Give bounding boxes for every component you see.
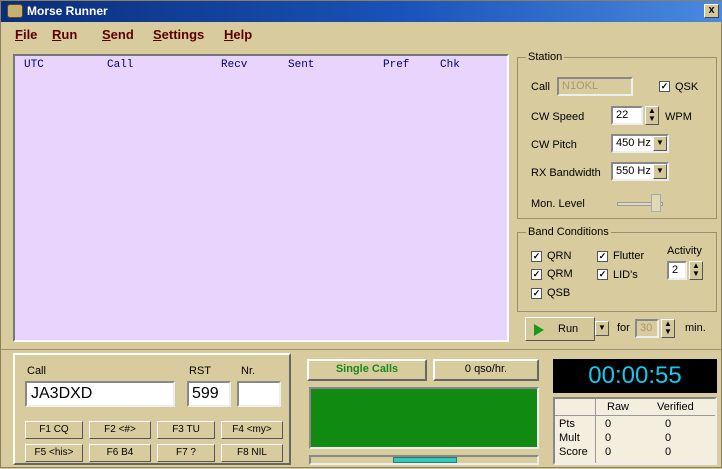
score-raw-value: 0 [605,418,612,430]
score-raw-value: 0 [605,432,612,444]
activity-spinner[interactable]: ▲ ▼ [689,261,703,280]
score-col-raw: Raw [607,401,630,413]
log-col-sent: Sent [288,59,315,71]
title-bar[interactable]: Morse Runner x [1,1,722,22]
rate-status: 0 qso/hr. [433,359,539,381]
score-verified-value: 0 [665,432,672,444]
qsk-label: QSK [675,81,699,93]
window-title: Morse Runner [27,4,108,18]
qrm-checkbox[interactable]: ✓ [531,269,542,280]
activity-label: Activity [667,245,702,257]
f4-my-button[interactable]: F4 <my> [221,421,283,439]
score-raw-value: 0 [605,446,612,458]
qso-log[interactable]: UTC Call Recv Sent Pref Chk [13,54,509,342]
run-button-label: Run [558,323,579,335]
qsb-checkbox[interactable]: ✓ [531,288,542,299]
run-mode-dropdown-icon[interactable]: ▼ [595,321,609,336]
run-minutes-field[interactable]: 30 [635,319,659,338]
main-window: Morse Runner x File Run Send Settings He… [0,0,722,468]
score-verified-value: 0 [665,418,672,430]
nr-label: Nr. [241,365,256,377]
log-col-utc: UTC [24,59,44,71]
score-col-verified: Verified [657,401,694,413]
play-icon [534,324,544,336]
qrn-label: QRN [547,250,572,262]
qrm-label: QRM [547,268,573,280]
wpm-label: WPM [665,111,692,123]
chevron-down-icon[interactable]: ▼ [653,164,667,179]
lids-checkbox[interactable]: ✓ [597,269,608,280]
rst-field[interactable]: 599 [187,381,231,407]
menu-help[interactable]: Help [224,27,252,42]
log-col-pref: Pref [383,59,410,71]
f5-his-button[interactable]: F5 <his> [25,444,83,462]
f2-number-button[interactable]: F2 <#> [89,421,151,439]
entry-call-field[interactable]: JA3DXD [25,381,175,407]
activity-field[interactable]: 2 [667,261,687,280]
menu-send[interactable]: Send [102,27,134,42]
mode-status: Single Calls [307,359,427,381]
f1-cq-button[interactable]: F1 CQ [25,421,83,439]
station-call-field[interactable]: N1OKL [557,77,633,96]
station-group-title: Station [526,51,565,63]
f6-b4-button[interactable]: F6 B4 [89,444,151,462]
qsk-checkbox[interactable]: ✓ [659,81,670,92]
run-minutes-spinner[interactable]: ▲ ▼ [661,319,675,338]
elapsed-clock: 00:00:55 [553,359,717,393]
cw-speed-field[interactable]: 22 [611,106,643,125]
call-label: Call [531,81,550,93]
band-conditions-title: Band Conditions [526,226,611,238]
score-row-label: Mult [559,432,580,444]
mon-level-slider-thumb[interactable] [651,194,661,212]
mon-level-label: Mon. Level [531,198,585,210]
nr-field[interactable] [237,381,281,407]
cw-pitch-label: CW Pitch [531,139,577,151]
menu-bar: File Run Send Settings Help [1,23,722,45]
for-label: for [617,322,630,334]
log-col-recv: Recv [221,59,248,71]
flutter-checkbox[interactable]: ✓ [597,251,608,262]
flutter-label: Flutter [613,250,645,262]
f7-query-button[interactable]: F7 ? [157,444,215,462]
rx-bandwidth-label: RX Bandwidth [531,167,601,179]
score-row-label: Score [559,446,588,458]
lids-label: LID's [613,269,638,281]
score-row-label: Pts [559,418,575,430]
cw-speed-label: CW Speed [531,111,585,123]
log-col-chk: Chk [440,59,460,71]
rst-label: RST [189,365,211,377]
run-button[interactable]: Run [525,317,595,341]
run-controls: Run ▼ for 30 ▲ ▼ min. [525,317,711,343]
f8-nil-button[interactable]: F8 NIL [221,444,283,462]
qrn-checkbox[interactable]: ✓ [531,251,542,262]
log-col-call: Call [107,59,134,71]
close-button[interactable]: x [704,4,719,18]
app-icon [7,4,23,18]
signal-scope [309,387,539,449]
menu-settings[interactable]: Settings [153,27,204,42]
qsb-label: QSB [547,287,571,299]
score-table: Raw Verified Pts 0 0 Mult 0 0 Score 0 0 [553,397,717,465]
cw-speed-spinner[interactable]: ▲ ▼ [645,106,659,125]
chevron-down-icon[interactable]: ▼ [653,136,667,151]
score-verified-value: 0 [665,446,672,458]
menu-run[interactable]: Run [52,27,77,42]
audio-level-bar [309,455,539,465]
audio-level-fill [393,457,457,463]
min-label: min. [685,322,706,334]
entry-call-label: Call [27,365,46,377]
menu-file[interactable]: File [15,27,37,42]
f3-tu-button[interactable]: F3 TU [157,421,215,439]
